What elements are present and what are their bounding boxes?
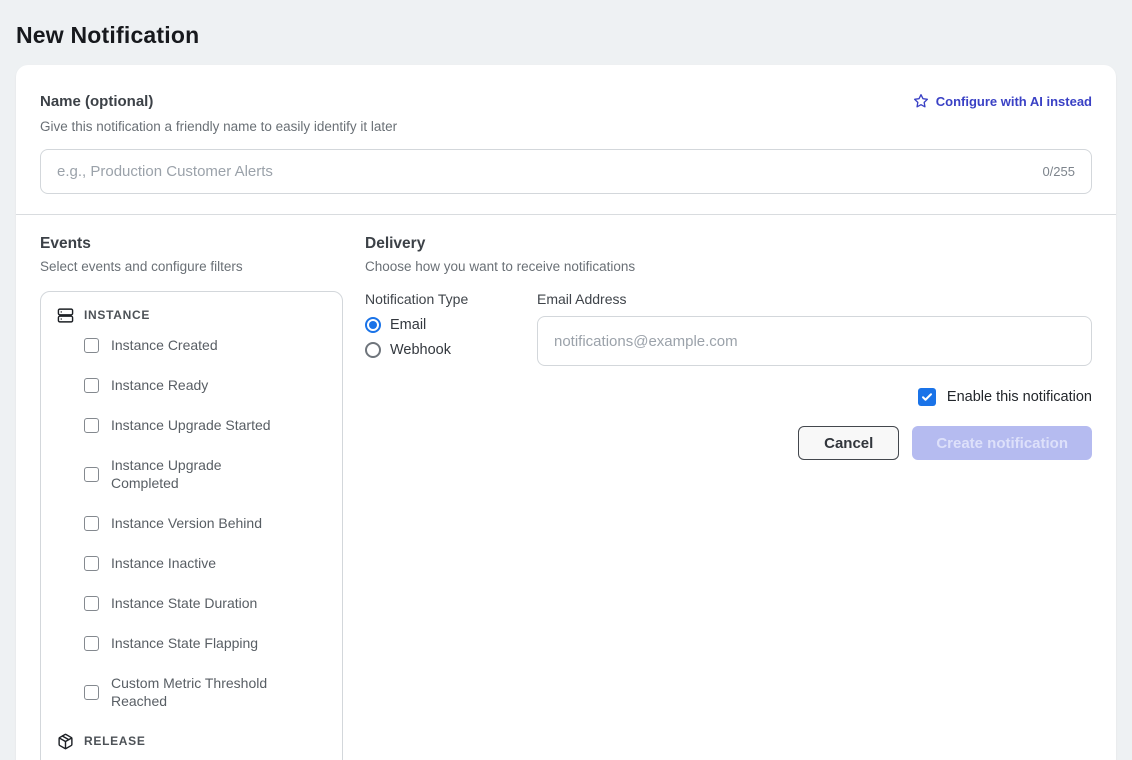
event-item-instance-upgrade-completed[interactable]: Instance Upgrade Completed bbox=[84, 456, 326, 492]
event-item-label: Instance Inactive bbox=[111, 554, 216, 572]
name-section: Name (optional) Configure with AI instea… bbox=[16, 65, 1116, 214]
event-item-instance-ready[interactable]: Instance Ready bbox=[84, 376, 326, 394]
radio-option-webhook[interactable]: Webhook bbox=[365, 342, 537, 358]
event-item-instance-state-flapping[interactable]: Instance State Flapping bbox=[84, 634, 326, 652]
event-group-release: RELEASE bbox=[57, 732, 326, 750]
checked-checkbox-icon[interactable] bbox=[918, 388, 936, 406]
email-field-group: Email Address notifications@example.com bbox=[537, 291, 1092, 366]
event-item-instance-version-behind[interactable]: Instance Version Behind bbox=[84, 514, 326, 532]
name-field-description: Give this notification a friendly name t… bbox=[40, 119, 1092, 135]
radio-label: Email bbox=[390, 317, 426, 333]
enable-notification-row[interactable]: Enable this notification bbox=[365, 388, 1092, 406]
event-item-instance-created[interactable]: Instance Created bbox=[84, 336, 326, 354]
star-icon bbox=[913, 93, 929, 109]
char-counter: 0/255 bbox=[1042, 164, 1075, 179]
event-item-custom-metric-threshold[interactable]: Custom Metric Threshold Reached bbox=[84, 674, 326, 710]
name-field-label: Name (optional) bbox=[40, 93, 153, 111]
enable-notification-label: Enable this notification bbox=[947, 389, 1092, 405]
server-icon bbox=[57, 307, 74, 324]
checkbox[interactable] bbox=[84, 467, 99, 482]
email-input[interactable]: notifications@example.com bbox=[537, 316, 1092, 366]
name-input[interactable]: e.g., Production Customer Alerts 0/255 bbox=[40, 149, 1092, 194]
radio-selected-icon[interactable] bbox=[365, 317, 381, 333]
event-item-label: Instance State Duration bbox=[111, 594, 257, 612]
checkbox[interactable] bbox=[84, 556, 99, 571]
event-item-instance-inactive[interactable]: Instance Inactive bbox=[84, 554, 326, 572]
events-section: Events Select events and configure filte… bbox=[40, 235, 343, 760]
email-address-label: Email Address bbox=[537, 291, 1092, 308]
new-notification-card: Name (optional) Configure with AI instea… bbox=[16, 65, 1116, 760]
page-title: New Notification bbox=[0, 0, 1132, 49]
event-group-label: INSTANCE bbox=[84, 308, 150, 322]
email-input-placeholder: notifications@example.com bbox=[554, 333, 738, 350]
event-item-label: Instance Upgrade Completed bbox=[111, 456, 286, 492]
checkbox[interactable] bbox=[84, 516, 99, 531]
event-item-label: Instance Ready bbox=[111, 376, 208, 394]
configure-with-ai-label: Configure with AI instead bbox=[936, 94, 1092, 109]
event-item-label: Instance Upgrade Started bbox=[111, 416, 271, 434]
event-item-label: Instance State Flapping bbox=[111, 634, 258, 652]
events-description: Select events and configure filters bbox=[40, 259, 343, 275]
radio-label: Webhook bbox=[390, 342, 451, 358]
delivery-heading: Delivery bbox=[365, 235, 1092, 253]
checkbox[interactable] bbox=[84, 596, 99, 611]
checkbox[interactable] bbox=[84, 636, 99, 651]
checkbox[interactable] bbox=[84, 685, 99, 700]
name-input-placeholder: e.g., Production Customer Alerts bbox=[57, 163, 1042, 180]
notification-type-group: Notification Type Email Webhook bbox=[365, 291, 537, 366]
checkbox[interactable] bbox=[84, 338, 99, 353]
event-item-instance-upgrade-started[interactable]: Instance Upgrade Started bbox=[84, 416, 326, 434]
create-notification-button[interactable]: Create notification bbox=[912, 426, 1092, 460]
event-item-label: Instance Version Behind bbox=[111, 514, 262, 532]
events-heading: Events bbox=[40, 235, 343, 253]
radio-unselected-icon[interactable] bbox=[365, 342, 381, 358]
configure-with-ai-link[interactable]: Configure with AI instead bbox=[913, 93, 1092, 109]
event-group-label: RELEASE bbox=[84, 734, 146, 748]
cancel-button[interactable]: Cancel bbox=[798, 426, 899, 460]
event-item-instance-state-duration[interactable]: Instance State Duration bbox=[84, 594, 326, 612]
event-item-label: Custom Metric Threshold Reached bbox=[111, 674, 286, 710]
delivery-section: Delivery Choose how you want to receive … bbox=[365, 235, 1092, 460]
checkbox[interactable] bbox=[84, 378, 99, 393]
package-icon bbox=[57, 733, 74, 750]
radio-option-email[interactable]: Email bbox=[365, 317, 537, 333]
event-group-instance: INSTANCE bbox=[57, 306, 326, 324]
notification-type-label: Notification Type bbox=[365, 291, 537, 308]
checkbox[interactable] bbox=[84, 418, 99, 433]
delivery-description: Choose how you want to receive notificat… bbox=[365, 259, 1092, 275]
event-item-label: Instance Created bbox=[111, 336, 218, 354]
events-panel[interactable]: INSTANCE Instance Created Instance Ready… bbox=[40, 291, 343, 760]
